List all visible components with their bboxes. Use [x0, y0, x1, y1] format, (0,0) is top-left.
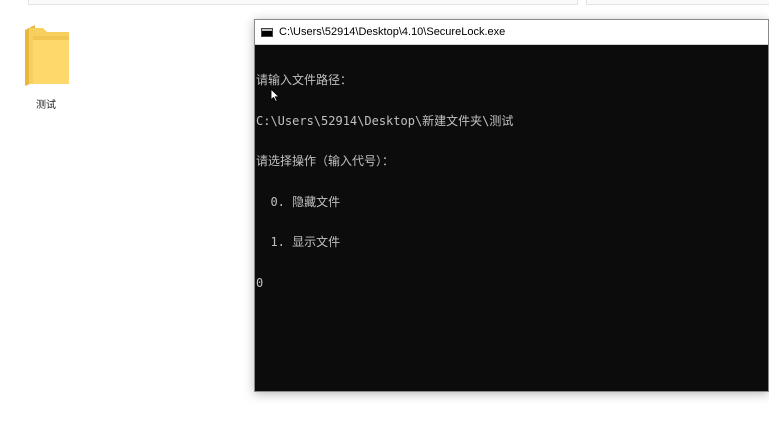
- console-line: 请选择操作（输入代号）：: [256, 154, 395, 168]
- console-line: 0: [256, 275, 264, 290]
- console-window-icon: [261, 27, 273, 37]
- folder-icon: [25, 25, 69, 86]
- console-line: C:\Users\52914\Desktop\新建文件夹\测试: [256, 113, 514, 128]
- explorer-window-edge-left: [28, 0, 578, 5]
- console-window[interactable]: C:\Users\52914\Desktop\4.10\SecureLock.e…: [254, 19, 769, 392]
- console-line: 0. 隐藏文件: [256, 194, 341, 209]
- explorer-window-edge-right: [586, 0, 769, 5]
- console-title: C:\Users\52914\Desktop\4.10\SecureLock.e…: [279, 26, 506, 38]
- console-line: 1. 显示文件: [256, 235, 341, 249]
- console-line: 请输入文件路径：: [256, 73, 353, 87]
- desktop: 测试 C:\Users\52914\Desktop\4.10\SecureLoc…: [0, 0, 769, 445]
- mouse-pointer-icon: [270, 88, 280, 102]
- desktop-folder-item[interactable]: 测试: [14, 22, 78, 111]
- folder-label: 测试: [36, 100, 56, 111]
- console-title-bar[interactable]: C:\Users\52914\Desktop\4.10\SecureLock.e…: [255, 20, 768, 45]
- console-output[interactable]: 请输入文件路径： C:\Users\52914\Desktop\新建文件夹\测试…: [255, 45, 768, 317]
